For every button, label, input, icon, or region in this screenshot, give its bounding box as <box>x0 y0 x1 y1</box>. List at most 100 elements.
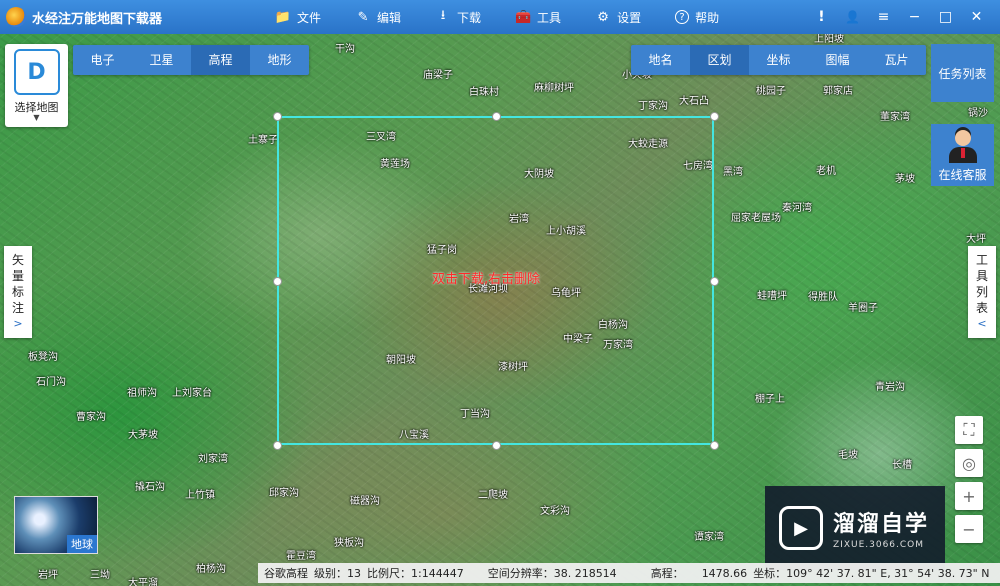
vector-annotation-tab[interactable]: 矢 量 标 注 > <box>4 246 32 338</box>
status-level: 级别：13 <box>314 567 361 580</box>
watermark-sub-text: ZIXUE.3066.COM <box>833 540 925 550</box>
place-label: 羊圈子 <box>848 303 878 314</box>
selection-handle-s[interactable] <box>491 440 501 450</box>
chevron-left-icon: < <box>977 317 987 330</box>
user-icon[interactable]: 👤 <box>837 10 868 24</box>
tool-tab-char: 列 <box>975 285 988 299</box>
tool-tab-char: 具 <box>975 269 988 283</box>
tab-electronic[interactable]: 电子 <box>73 45 132 75</box>
place-label: 棚子上 <box>755 394 785 405</box>
menu-download-label: 下载 <box>457 10 482 25</box>
place-label: 霍豆湾 <box>286 551 316 562</box>
place-label: 大茅坡 <box>128 430 158 441</box>
menu-edit-label: 编辑 <box>377 10 402 25</box>
place-label: 桃园子 <box>756 86 786 97</box>
vector-tab-char: 矢 <box>11 253 24 267</box>
selection-handle-w[interactable] <box>272 276 282 286</box>
selection-handle-nw[interactable] <box>272 111 282 121</box>
place-label: 干沟 <box>335 44 355 55</box>
place-label: 锅沙 <box>968 108 988 119</box>
place-label: 上刘家台 <box>172 388 212 399</box>
edit-icon: ✎ <box>357 9 369 25</box>
tab-elevation[interactable]: 高程 <box>191 45 250 75</box>
tab-tiles[interactable]: 瓦片 <box>867 45 926 75</box>
map-type-tabs: 电子 卫星 高程 地形 <box>73 45 309 75</box>
place-label: 庙梁子 <box>423 70 453 81</box>
task-list-button[interactable]: 任务列表 <box>931 44 994 102</box>
zoom-out-button[interactable]: − <box>955 515 983 543</box>
online-service-label: 在线客服 <box>938 168 987 182</box>
tool-list-tab[interactable]: 工 具 列 表 < <box>968 246 996 338</box>
place-label: 磁器沟 <box>350 496 380 507</box>
selection-handle-n[interactable] <box>491 111 501 121</box>
menu-settings-label: 设置 <box>617 10 642 25</box>
place-label: 撬石沟 <box>135 482 165 493</box>
menu-help-label: 帮助 <box>695 10 720 25</box>
menu-settings[interactable]: ⚙ 设置 <box>595 9 641 26</box>
place-label: 蛙嘈坪 <box>757 291 787 302</box>
watermark-logo: ▶ 溜溜自学 ZIXUE.3066.COM <box>765 486 945 570</box>
overlay-tabs: 地名 区划 坐标 图幅 瓦片 <box>631 45 926 75</box>
menu-download[interactable]: ⭳ 下载 <box>435 8 482 26</box>
watermark-main-text: 溜溜自学 <box>833 512 930 537</box>
online-service-button[interactable]: 在线客服 <box>931 124 994 186</box>
place-label: 板凳沟 <box>28 352 58 363</box>
download-icon: ⭳ <box>440 8 446 23</box>
menu-tools[interactable]: 🧰 工具 <box>515 9 561 26</box>
tab-place-names[interactable]: 地名 <box>631 45 690 75</box>
selection-handle-ne[interactable] <box>709 111 719 121</box>
place-label: 秦河湾 <box>782 203 812 214</box>
selection-hint: 双击下载,右击删除 <box>432 272 541 287</box>
app-logo-icon <box>6 7 26 27</box>
menu-icon[interactable]: ≡ <box>868 9 899 25</box>
menu-help[interactable]: ? 帮助 <box>675 9 719 26</box>
close-button[interactable]: ✕ <box>961 9 992 25</box>
status-coords: 坐标：109° 42' 37. 81" E, 31° 54' 38. 73" N <box>753 567 990 580</box>
folder-icon: 📁 <box>274 9 292 25</box>
minimize-button[interactable]: − <box>899 9 930 25</box>
chevron-right-icon: > <box>13 317 23 330</box>
locate-icon[interactable]: ◎ <box>955 449 983 477</box>
status-scale: 比例尺：1:144447 <box>367 567 464 580</box>
tab-terrain[interactable]: 地形 <box>250 45 309 75</box>
choose-map-button[interactable]: D 选择地图 ▼ <box>5 44 68 127</box>
menu-edit[interactable]: ✎ 编辑 <box>355 9 401 26</box>
tool-tab-char: 表 <box>975 301 988 315</box>
status-resolution: 空间分辨率：38. 218514 <box>487 567 617 580</box>
place-label: 谭家湾 <box>694 532 724 543</box>
place-label: 屈家老屋场 <box>731 213 781 224</box>
place-label: 上竹镇 <box>185 490 215 501</box>
place-label: 石门沟 <box>36 377 66 388</box>
vector-tab-char: 标 <box>11 285 24 299</box>
place-label: 茅坡 <box>895 174 915 185</box>
tab-coordinates[interactable]: 坐标 <box>749 45 808 75</box>
maximize-button[interactable]: □ <box>930 9 961 25</box>
place-label: 祖师沟 <box>127 388 157 399</box>
status-elevation: 1478.66 <box>701 566 748 580</box>
zoom-in-button[interactable]: + <box>955 482 983 510</box>
place-label: 刘家湾 <box>198 454 228 465</box>
status-bar: 谷歌高程 级别：13 比例尺：1:144447 空间分辨率：38. 218514… <box>258 563 1000 583</box>
place-label: 长槽 <box>892 460 912 471</box>
place-label: 毛坡 <box>838 450 858 461</box>
tab-map-sheets[interactable]: 图幅 <box>808 45 867 75</box>
info-icon[interactable]: ! <box>806 9 837 25</box>
earth-thumbnail[interactable]: 地球 <box>14 496 98 554</box>
window-controls: ! 👤 ≡ − □ ✕ <box>806 0 992 34</box>
vector-tab-char: 注 <box>11 301 24 315</box>
tab-satellite[interactable]: 卫星 <box>132 45 191 75</box>
place-label: 土寨子 <box>248 135 278 146</box>
place-label: 上阳坡 <box>814 34 844 45</box>
tab-divisions[interactable]: 区划 <box>690 45 749 75</box>
selection-handle-e[interactable] <box>709 276 719 286</box>
menu-file[interactable]: 📁 文件 <box>275 9 321 26</box>
selection-handle-se[interactable] <box>709 440 719 450</box>
selection-handle-sw[interactable] <box>272 440 282 450</box>
place-label: 大平溜 <box>128 578 158 586</box>
place-label: 柏杨沟 <box>196 564 226 575</box>
menu-file-label: 文件 <box>297 10 322 25</box>
help-icon: ? <box>675 10 690 24</box>
place-label: 三坳 <box>90 570 110 581</box>
fullscreen-icon[interactable]: ⛶ <box>955 416 983 444</box>
map-canvas[interactable]: 干沟 庙梁子 白珠村 麻柳树坪 小天坡 丁家沟 大石凸 桃园子 郭家店 董家湾 土寨子 三叉湾 大蛟走源… <box>0 34 1000 586</box>
